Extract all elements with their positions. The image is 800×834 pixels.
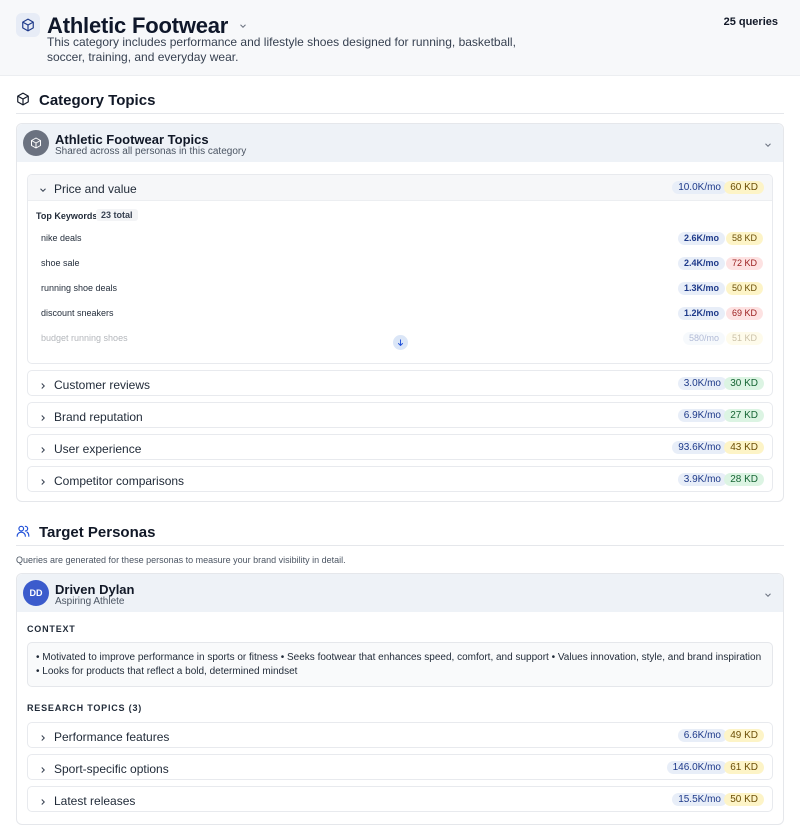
volume-badge: 1.3K/mo — [677, 282, 725, 295]
persona-name: Driven Dylan — [55, 582, 135, 597]
persona-role: Aspiring Athlete — [55, 596, 125, 607]
box-icon — [23, 130, 49, 156]
section-title: Target Personas — [39, 524, 156, 541]
keyword-name: shoe sale — [41, 258, 80, 268]
kd-badge: 69 KD — [725, 307, 763, 320]
section-title: Category Topics — [39, 92, 156, 109]
kd-badge: 72 KD — [725, 257, 763, 270]
chevron-right-icon[interactable] — [38, 379, 48, 394]
topic-user-experience[interactable]: User experience 93.6K/mo 43 KD — [27, 434, 773, 460]
topic-label: Brand reputation — [54, 410, 143, 424]
context-label: CONTEXT — [27, 624, 76, 634]
topic-label: Latest releases — [54, 794, 136, 808]
topic-customer-reviews[interactable]: Customer reviews 3.0K/mo 30 KD — [27, 370, 773, 396]
chevron-down-icon[interactable] — [38, 183, 48, 198]
users-icon — [16, 524, 30, 541]
keyword-row: nike deals 2.6K/mo 58 KD — [41, 230, 763, 248]
topic-header[interactable]: Price and value 10.0K/mo 60 KD — [28, 175, 772, 201]
volume-badge: 2.4K/mo — [677, 257, 725, 270]
keywords-total-badge: 23 total — [96, 209, 138, 221]
context-box: • Motivated to improve performance in sp… — [27, 642, 773, 687]
topic-label: Customer reviews — [54, 378, 151, 392]
keyword-name: running shoe deals — [41, 283, 118, 293]
box-icon — [16, 92, 30, 109]
keyword-row: shoe sale 2.4K/mo 72 KD — [41, 255, 763, 273]
volume-badge: 15.5K/mo — [672, 793, 727, 806]
topic-label: Performance features — [54, 730, 170, 744]
topic-competitor-comparisons[interactable]: Competitor comparisons 3.9K/mo 28 KD — [27, 466, 773, 492]
keyword-row: discount sneakers 1.2K/mo 69 KD — [41, 305, 763, 323]
card-subtitle: Shared across all personas in this categ… — [55, 146, 247, 157]
topic-label: Sport-specific options — [54, 762, 169, 776]
card-header[interactable]: Athletic Footwear Topics Shared across a… — [17, 124, 783, 162]
chevron-right-icon[interactable] — [38, 411, 48, 426]
chevron-right-icon[interactable] — [38, 443, 48, 458]
box-icon — [16, 13, 40, 37]
topic-brand-reputation[interactable]: Brand reputation 6.9K/mo 27 KD — [27, 402, 773, 428]
kd-badge: 27 KD — [724, 409, 764, 422]
category-header: Athletic Footwear This category includes… — [0, 0, 800, 76]
topic-price-and-value: Price and value 10.0K/mo 60 KD Top Keywo… — [27, 174, 773, 364]
divider — [16, 113, 784, 114]
volume-badge: 6.6K/mo — [677, 729, 727, 742]
chevron-right-icon[interactable] — [38, 795, 48, 810]
keyword-row: running shoe deals 1.3K/mo 50 KD — [41, 280, 763, 298]
volume-badge: 93.6K/mo — [672, 441, 727, 454]
chevron-right-icon[interactable] — [38, 475, 48, 490]
card-title: Athletic Footwear Topics — [55, 132, 209, 147]
volume-badge: 6.9K/mo — [677, 409, 727, 422]
kd-badge: 50 KD — [725, 282, 763, 295]
chevron-down-icon[interactable] — [238, 19, 248, 34]
volume-badge: 2.6K/mo — [677, 232, 725, 245]
persona-card: DD Driven Dylan Aspiring Athlete CONTEXT… — [16, 573, 784, 825]
query-count: 25 queries — [723, 16, 778, 28]
personas-description: Queries are generated for these personas… — [16, 555, 346, 565]
top-keywords-label: Top Keywords — [36, 211, 98, 221]
topic-sport-specific-options[interactable]: Sport-specific options 146.0K/mo 61 KD — [27, 754, 773, 780]
kd-badge: 51 KD — [725, 332, 763, 345]
chevron-right-icon[interactable] — [38, 731, 48, 746]
keyword-name: discount sneakers — [41, 308, 114, 318]
volume-badge: 10.0K/mo — [672, 181, 727, 194]
chevron-down-icon[interactable] — [763, 138, 773, 153]
scroll-down-icon[interactable] — [393, 335, 408, 350]
chevron-right-icon[interactable] — [38, 763, 48, 778]
topic-label: User experience — [54, 442, 142, 456]
topic-label: Price and value — [54, 182, 137, 196]
category-topics-heading: Category Topics — [16, 92, 155, 109]
category-topics-card: Athletic Footwear Topics Shared across a… — [16, 123, 784, 502]
divider — [16, 545, 784, 546]
kd-badge: 43 KD — [724, 441, 764, 454]
volume-badge: 580/mo — [682, 332, 725, 345]
volume-badge: 146.0K/mo — [666, 761, 727, 774]
topic-performance-features[interactable]: Performance features 6.6K/mo 49 KD — [27, 722, 773, 748]
kd-badge: 61 KD — [724, 761, 764, 774]
target-personas-heading: Target Personas — [16, 524, 155, 541]
persona-header[interactable]: DD Driven Dylan Aspiring Athlete — [17, 574, 783, 612]
keyword-name: nike deals — [41, 233, 82, 243]
avatar: DD — [23, 580, 49, 606]
keyword-name: budget running shoes — [41, 333, 128, 343]
volume-badge: 3.9K/mo — [677, 473, 727, 486]
kd-badge: 28 KD — [724, 473, 764, 486]
volume-badge: 1.2K/mo — [677, 307, 725, 320]
kd-badge: 30 KD — [724, 377, 764, 390]
category-description: This category includes performance and l… — [47, 35, 516, 64]
research-topics-label: RESEARCH TOPICS (3) — [27, 703, 143, 713]
volume-badge: 3.0K/mo — [677, 377, 727, 390]
chevron-down-icon[interactable] — [763, 588, 773, 603]
kd-badge: 58 KD — [725, 232, 763, 245]
kd-badge: 50 KD — [724, 793, 764, 806]
topic-label: Competitor comparisons — [54, 474, 185, 488]
topic-latest-releases[interactable]: Latest releases 15.5K/mo 50 KD — [27, 786, 773, 812]
kd-badge: 60 KD — [724, 181, 764, 194]
kd-badge: 49 KD — [724, 729, 764, 742]
